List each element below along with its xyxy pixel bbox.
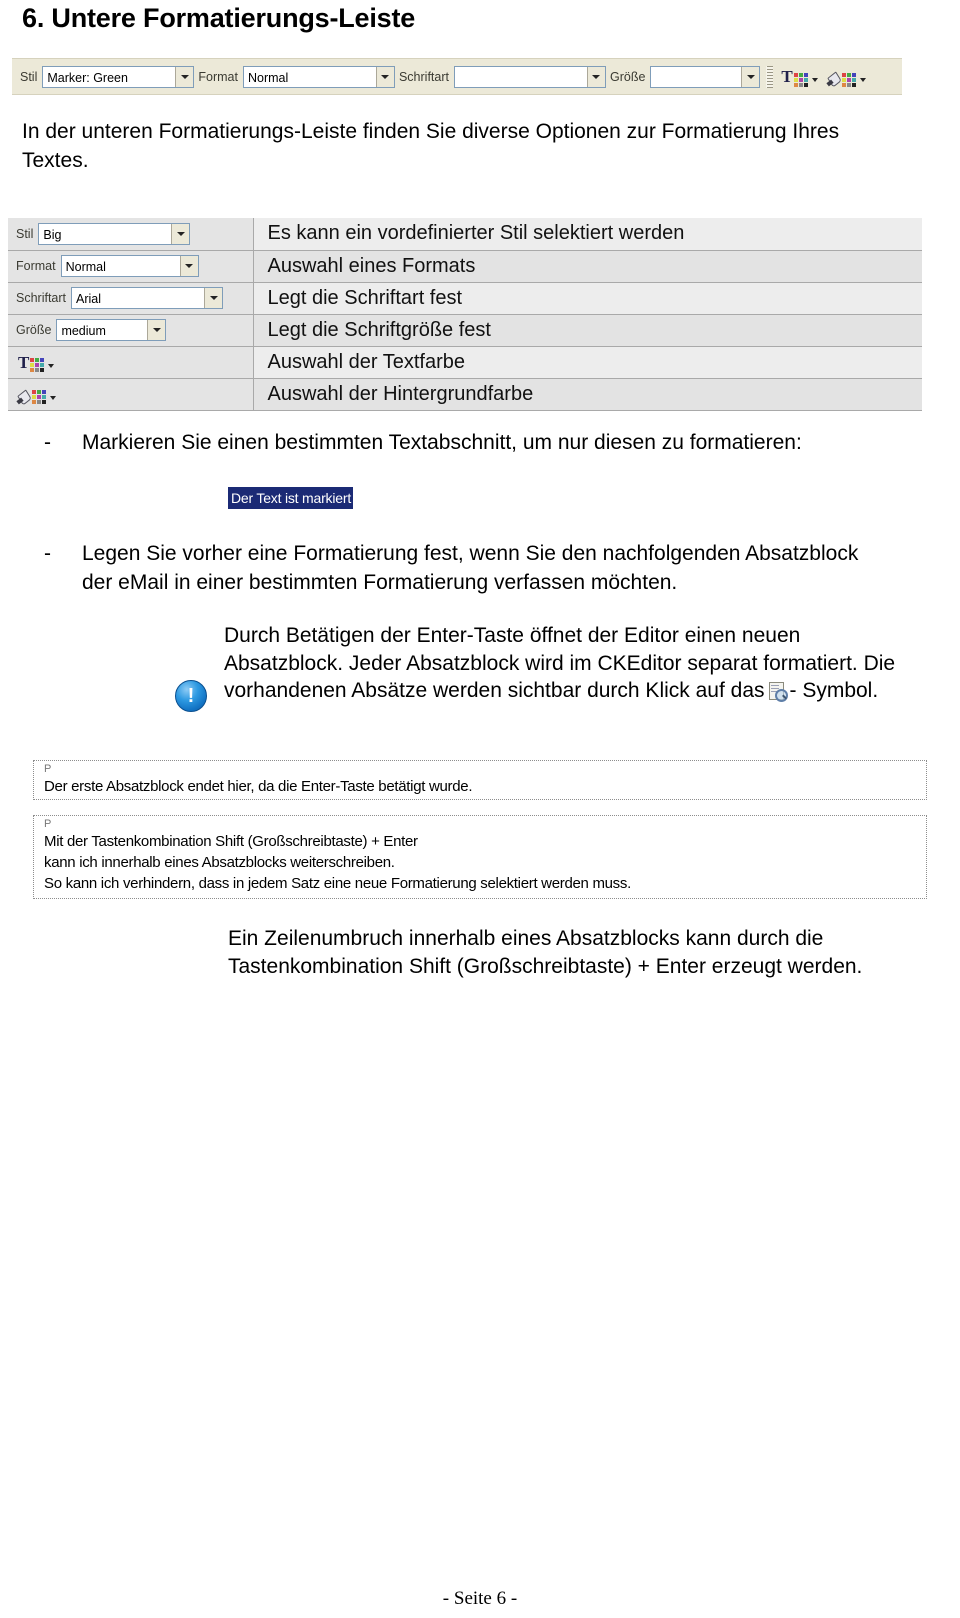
font-combo-sample-value: Arial bbox=[76, 292, 102, 306]
text-color-button[interactable]: T bbox=[779, 65, 819, 89]
closing-paragraph: Ein Zeilenumbruch innerhalb eines Absatz… bbox=[228, 927, 863, 978]
block-line: kann ich innerhalb eines Absatzblocks we… bbox=[44, 854, 395, 871]
format-combo[interactable]: Normal bbox=[242, 65, 395, 88]
background-color-icon bbox=[18, 390, 31, 403]
control-cell-size: Größe medium bbox=[8, 314, 254, 347]
background-color-chevron-down-icon[interactable] bbox=[859, 78, 866, 82]
text-color-chevron-down-icon[interactable] bbox=[48, 363, 55, 368]
style-combo-value: Marker: Green bbox=[47, 70, 128, 85]
style-combo-sample-chevron-down-icon[interactable] bbox=[171, 223, 190, 244]
font-combo-value bbox=[455, 67, 587, 87]
bullet-dash: - bbox=[44, 431, 51, 454]
description-cell-format: Auswahl eines Formats bbox=[253, 250, 922, 283]
bullet-text: Legen Sie vorher eine Formatierung fest,… bbox=[82, 542, 859, 594]
control-cell-text-color: T bbox=[8, 346, 254, 379]
format-label: Format bbox=[16, 259, 56, 273]
size-combo-sample-chevron-down-icon[interactable] bbox=[147, 320, 166, 340]
style-combo[interactable]: Marker: Green bbox=[42, 65, 195, 88]
font-combo[interactable] bbox=[453, 65, 606, 88]
page-footer: - Seite 6 - bbox=[442, 1588, 518, 1609]
color-palette-swatches bbox=[30, 358, 45, 372]
intro-paragraph: In der unteren Formatierungs-Leiste find… bbox=[22, 120, 840, 172]
page-title: 6. Untere Formatierungs-Leiste bbox=[22, 3, 416, 33]
size-combo[interactable] bbox=[650, 65, 761, 88]
style-combo-sample[interactable]: Big bbox=[38, 222, 191, 245]
font-combo-chevron-down-icon[interactable] bbox=[586, 66, 605, 87]
formatting-toolbar-screenshot: Stil Marker: Green Format Normal Schrift… bbox=[12, 58, 902, 95]
table-row: Stil Big Es kann ein vordefinierter Stil… bbox=[8, 218, 922, 251]
table-row: Größe medium Legt die Schriftgröße fest bbox=[8, 314, 922, 347]
info-note-text-after: - Symbol. bbox=[789, 679, 879, 702]
style-combo-sample-value: Big bbox=[43, 227, 62, 242]
info-exclamation-icon bbox=[175, 680, 207, 712]
toolbar-description-table: Stil Big Es kann ein vordefinierter Stil… bbox=[8, 218, 922, 411]
info-note-text: Durch Betätigen der Enter-Taste öffnet d… bbox=[224, 622, 924, 705]
format-combo-sample-chevron-down-icon[interactable] bbox=[179, 256, 198, 276]
font-label: Schriftart bbox=[16, 291, 67, 305]
text-color-icon: T bbox=[781, 67, 793, 86]
size-label: Größe bbox=[16, 323, 52, 337]
table-row: Format Normal Auswahl eines Formats bbox=[8, 250, 922, 283]
bullet-item-preset-format: - Legen Sie vorher eine Formatierung fes… bbox=[44, 539, 894, 597]
block-line: Der erste Absatzblock endet hier, da die… bbox=[44, 778, 473, 795]
editor-block-screenshot-1: P Der erste Absatzblock endet hier, da d… bbox=[33, 760, 927, 800]
background-palette-swatches bbox=[32, 390, 46, 404]
info-note-icon bbox=[175, 680, 209, 714]
control-cell-format: Format Normal bbox=[8, 250, 254, 283]
control-cell-font: Schriftart Arial bbox=[8, 282, 254, 315]
background-palette-swatches bbox=[841, 72, 856, 87]
size-combo-sample[interactable]: medium bbox=[56, 319, 167, 341]
style-combo-label: Stil bbox=[20, 69, 38, 84]
paragraph-tag-label: P bbox=[44, 818, 52, 830]
toolbar-separator bbox=[766, 65, 774, 88]
size-combo-chevron-down-icon[interactable] bbox=[741, 66, 760, 87]
size-combo-label: Größe bbox=[609, 69, 646, 84]
control-cell-bg-color bbox=[8, 378, 254, 411]
size-combo-value bbox=[651, 67, 741, 87]
editor-block-screenshot-2: P Mit der Tastenkombination Shift (Großs… bbox=[33, 815, 927, 899]
paragraph-tag-label: P bbox=[44, 763, 52, 775]
description-cell-style: Es kann ein vordefinierter Stil selektie… bbox=[253, 218, 922, 251]
text-color-button-sample[interactable]: T bbox=[16, 350, 56, 374]
control-cell-style: Stil Big bbox=[8, 218, 254, 251]
font-combo-label: Schriftart bbox=[398, 69, 449, 84]
description-cell-text-color: Auswahl der Textfarbe bbox=[253, 346, 922, 379]
block-line: Mit der Tastenkombination Shift (Großsch… bbox=[44, 833, 418, 850]
text-color-chevron-down-icon[interactable] bbox=[811, 78, 818, 82]
size-combo-sample-value: medium bbox=[61, 324, 106, 338]
description-cell-bg-color: Auswahl der Hintergrundfarbe bbox=[253, 378, 922, 411]
table-row: Schriftart Arial Legt die Schriftart fes… bbox=[8, 282, 922, 315]
description-cell-size: Legt die Schriftgröße fest bbox=[253, 314, 922, 347]
description-cell-font: Legt die Schriftart fest bbox=[253, 282, 922, 315]
format-combo-value: Normal bbox=[247, 70, 289, 85]
bullet-dash: - bbox=[44, 542, 51, 565]
table-row: T Auswahl der Textfarbe bbox=[8, 346, 922, 379]
format-combo-sample-value: Normal bbox=[65, 260, 106, 274]
format-combo-label: Format bbox=[198, 69, 238, 84]
format-combo-chevron-down-icon[interactable] bbox=[375, 66, 394, 87]
font-combo-sample-chevron-down-icon[interactable] bbox=[204, 288, 223, 308]
marked-text-sample: Der Text ist markiert bbox=[228, 487, 354, 509]
text-color-icon: T bbox=[18, 352, 30, 372]
style-label: Stil bbox=[16, 226, 34, 241]
bullet-item-mark-text: - Markieren Sie einen bestimmten Textabs… bbox=[44, 428, 924, 457]
font-combo-sample[interactable]: Arial bbox=[71, 287, 224, 309]
format-combo-sample[interactable]: Normal bbox=[60, 255, 199, 277]
bullet-text: Markieren Sie einen bestimmten Textabsch… bbox=[82, 431, 802, 454]
block-line: So kann ich verhindern, dass in jedem Sa… bbox=[44, 875, 631, 892]
table-row: Auswahl der Hintergrundfarbe bbox=[8, 378, 922, 411]
background-color-button-sample[interactable] bbox=[16, 382, 58, 406]
background-color-icon bbox=[828, 72, 841, 85]
background-color-button[interactable] bbox=[826, 65, 868, 89]
show-blocks-icon bbox=[768, 682, 788, 702]
color-palette-swatches bbox=[793, 72, 808, 87]
style-combo-chevron-down-icon[interactable] bbox=[175, 66, 194, 87]
background-color-chevron-down-icon[interactable] bbox=[50, 395, 56, 400]
